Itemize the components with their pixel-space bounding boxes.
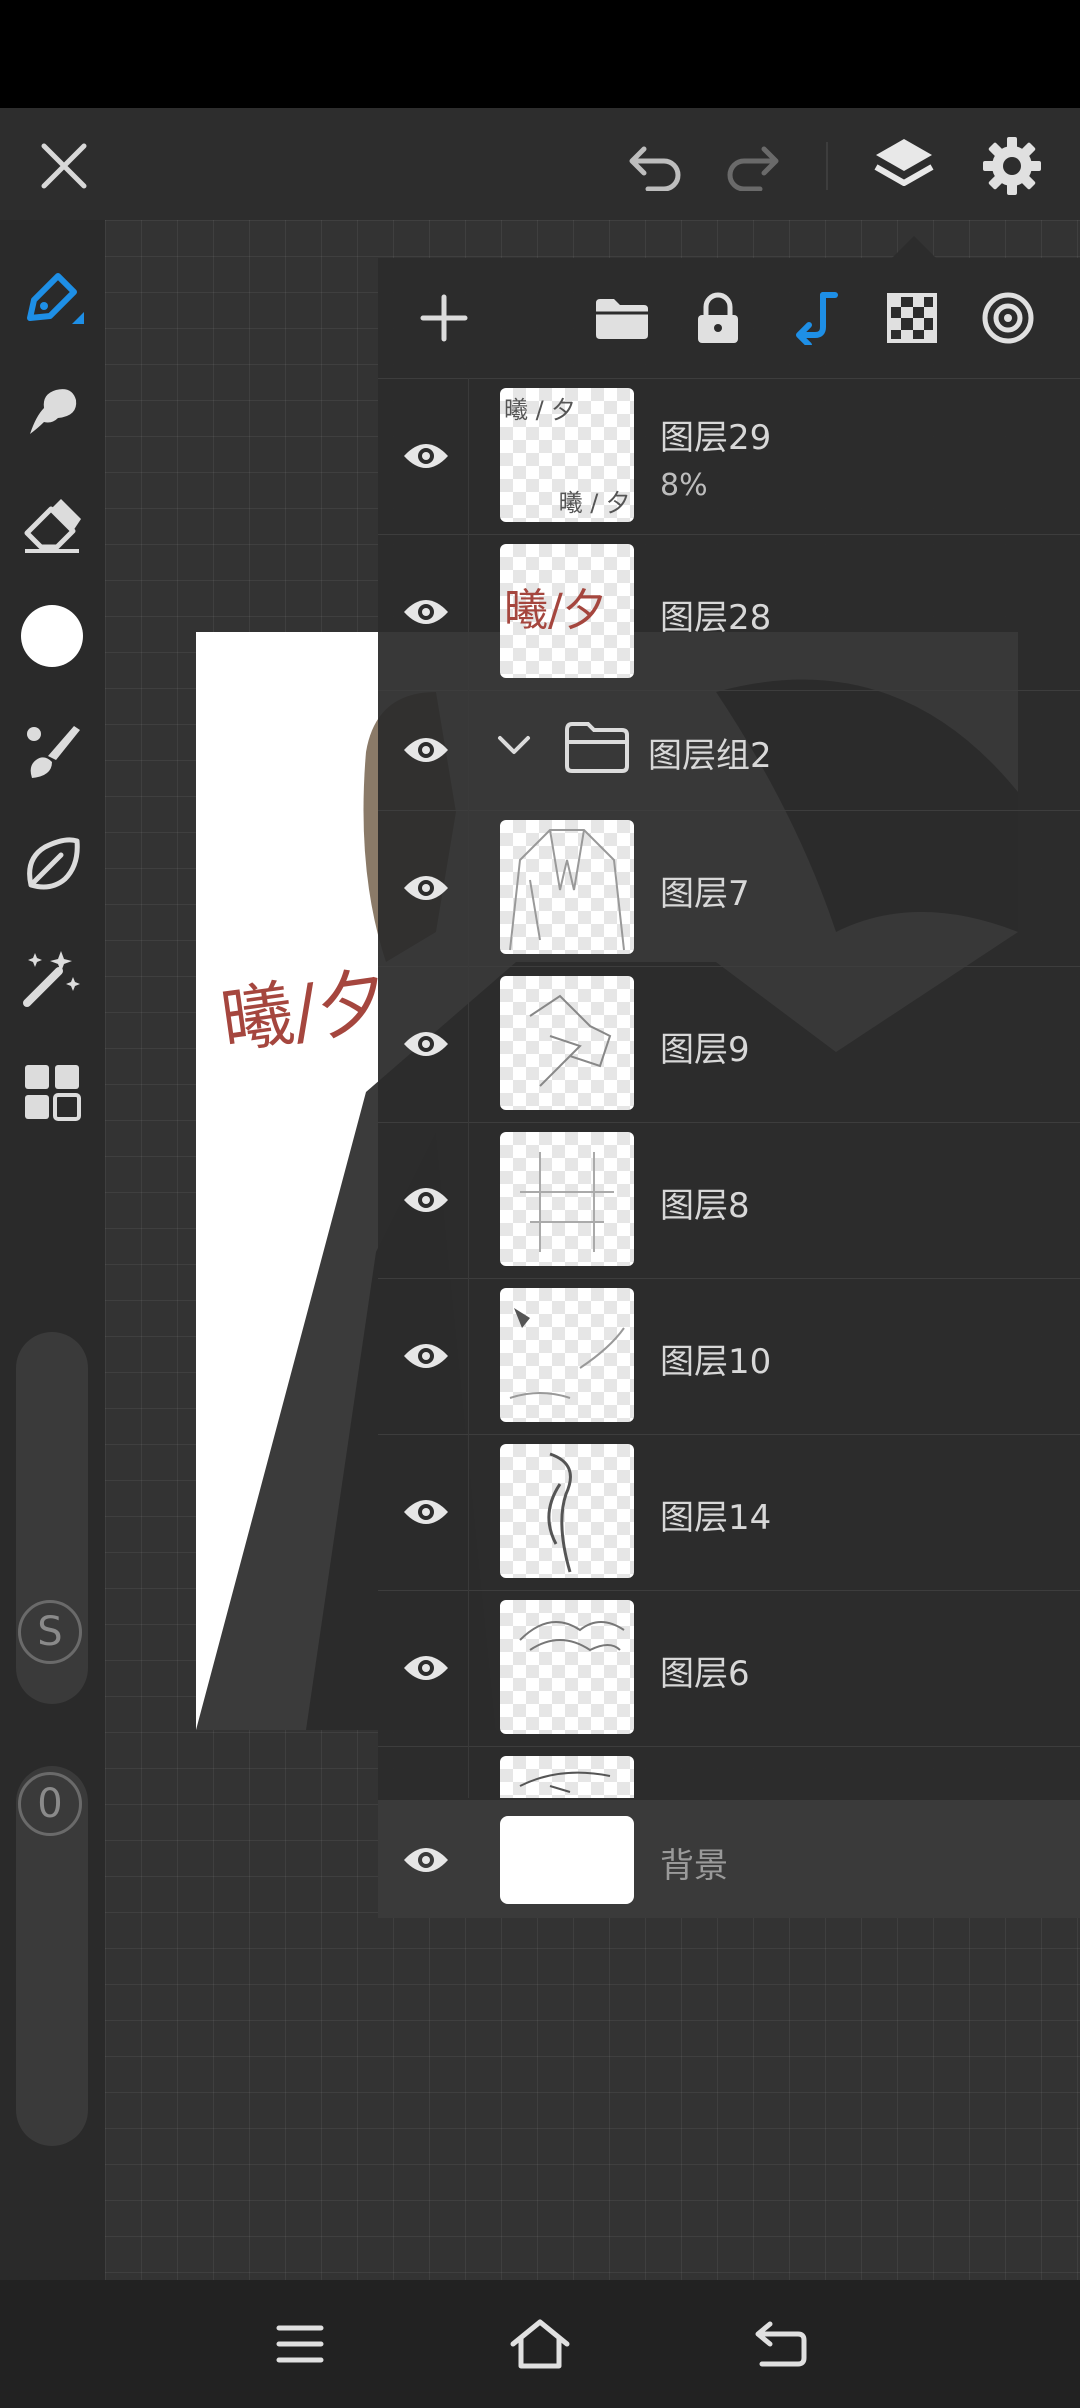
folder-icon [564,720,630,778]
new-folder-icon[interactable] [590,286,654,350]
layers-list[interactable]: 曦 / 夕 曦 / 夕 图层29 8% 曦/夕 图层28 图层组2 图层7 图层… [378,378,1080,1798]
brush-tool-icon[interactable] [12,710,92,790]
menu-icon[interactable] [260,2304,340,2384]
layer-row[interactable]: 图层7 [378,810,1080,967]
pen-tool-icon[interactable] [12,258,92,338]
layers-panel: 曦 / 夕 曦 / 夕 图层29 8% 曦/夕 图层28 图层组2 图层7 图层… [378,236,1080,1918]
gallery-grid-icon[interactable] [12,1052,92,1132]
layer-name: 图层14 [660,1498,772,1538]
layer-name: 图层8 [660,1186,750,1226]
magic-wand-icon[interactable] [12,938,92,1018]
layer-group-row[interactable]: 图层组2 [378,690,1080,811]
size-badge: S [18,1600,82,1664]
row-divider [468,1122,469,1278]
eye-icon[interactable] [398,1840,454,1880]
layer-row[interactable]: 图层8 [378,1122,1080,1279]
system-nav-bar [0,2280,1080,2408]
layer-thumbnail [500,1756,634,1798]
layer-thumbnail: 曦/夕 [500,544,634,678]
eye-icon[interactable] [398,436,454,476]
toolbar-divider [826,142,828,190]
clip-layer-icon[interactable] [784,286,848,350]
row-divider [468,1746,469,1798]
row-divider [468,1278,469,1434]
eye-icon[interactable] [398,1180,454,1220]
eye-icon[interactable] [398,868,454,908]
layers-panel-toolbar [378,258,1080,379]
transparency-lock-icon[interactable] [880,286,944,350]
layer-name: 图层7 [660,874,750,914]
row-divider [468,966,469,1122]
layer-thumbnail [500,820,634,954]
layer-row[interactable]: 图层6 [378,1590,1080,1747]
close-icon[interactable] [28,130,100,202]
thumb-text: 曦 / 夕 [558,489,630,517]
eye-icon[interactable] [398,1492,454,1532]
color-picker-icon[interactable] [12,596,92,676]
eye-icon[interactable] [398,592,454,632]
smudge-tool-icon[interactable] [12,372,92,452]
layer-thumbnail [500,1444,634,1578]
row-divider [468,810,469,966]
row-divider [468,690,469,810]
layer-opacity: 8% [660,468,708,503]
group-name: 图层组2 [648,736,772,776]
layer-thumbnail: 曦 / 夕 曦 / 夕 [500,388,634,522]
eye-icon[interactable] [398,1024,454,1064]
layer-name: 图层29 [660,418,772,458]
status-bar [0,0,1080,108]
row-divider [468,1434,469,1590]
layer-thumbnail [500,1288,634,1422]
layer-thumbnail [500,976,634,1110]
eraser-tool-icon[interactable] [12,484,92,564]
row-divider [468,534,469,690]
lock-icon[interactable] [686,286,750,350]
background-layer-name: 背景 [660,1846,728,1886]
lasso-tool-icon[interactable] [12,824,92,904]
layer-thumbnail [500,1132,634,1266]
layer-name: 图层9 [660,1030,750,1070]
row-divider [468,1590,469,1746]
thumb-text: 曦/夕 [504,585,607,636]
layer-row[interactable]: 图层14 [378,1434,1080,1591]
undo-icon[interactable] [620,130,692,202]
home-icon[interactable] [500,2304,580,2384]
top-toolbar [0,108,1080,220]
eye-icon[interactable] [398,1336,454,1376]
back-icon[interactable] [740,2304,820,2384]
layer-row[interactable]: 图层10 [378,1278,1080,1435]
layer-row[interactable]: 曦 / 夕 曦 / 夕 图层29 8% [378,378,1080,535]
side-toolbar: S 0 [0,220,105,2280]
layer-thumbnail [500,1600,634,1734]
eye-icon[interactable] [398,1648,454,1688]
layer-row[interactable]: 曦/夕 图层28 [378,534,1080,691]
chevron-down-icon[interactable] [496,734,532,762]
eye-icon[interactable] [398,730,454,770]
layers-icon[interactable] [866,128,942,204]
layer-name: 图层10 [660,1342,772,1382]
layer-row[interactable]: 图层9 [378,966,1080,1123]
row-divider [468,378,469,534]
gear-icon[interactable] [974,128,1050,204]
layer-name: 图层28 [660,598,772,638]
reference-layer-icon[interactable] [976,286,1040,350]
background-thumbnail [500,1816,634,1904]
layer-row[interactable] [378,1746,1080,1798]
add-layer-icon[interactable] [412,286,476,350]
thumb-text: 曦 / 夕 [504,396,576,424]
opacity-badge: 0 [18,1772,82,1836]
background-layer-row[interactable]: 背景 [378,1800,1080,1918]
layer-name: 图层6 [660,1654,750,1694]
redo-icon[interactable] [716,130,788,202]
